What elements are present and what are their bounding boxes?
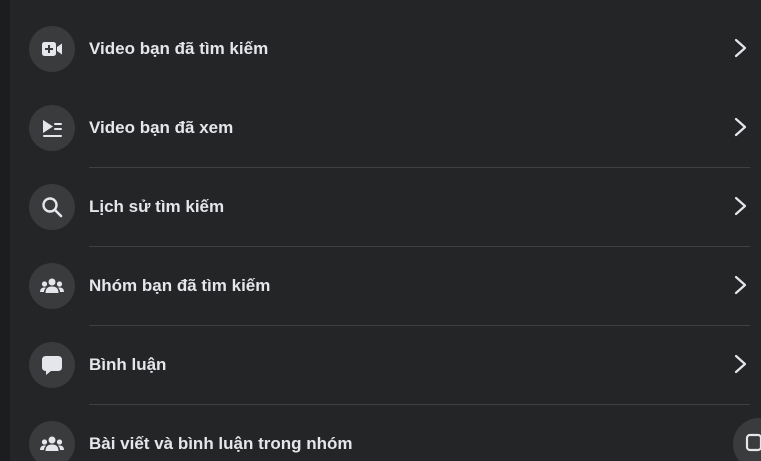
video-playlist-icon-circle — [29, 105, 75, 151]
chevron-right-icon — [734, 38, 747, 58]
menu-item-label: Bình luận — [89, 355, 167, 374]
chevron-right-icon — [734, 117, 747, 137]
group-icon-circle — [29, 421, 75, 461]
menu-item-label: Video bạn đã xem — [89, 118, 234, 137]
group-icon — [40, 278, 64, 293]
left-edge — [0, 0, 10, 461]
search-icon-circle — [29, 184, 75, 230]
group-icon-circle — [29, 263, 75, 309]
group-icon — [40, 436, 64, 451]
compose-icon — [745, 433, 761, 452]
chevron-right-icon — [734, 275, 747, 295]
menu-item-label: Bài viết và bình luận trong nhóm — [89, 434, 353, 453]
video-add-icon-circle — [29, 26, 75, 72]
menu-item-label: Lịch sử tìm kiếm — [89, 197, 225, 216]
menu-item-search-history[interactable]: Lịch sử tìm kiếm — [10, 167, 761, 246]
menu-item-group-posts-comments[interactable]: Bài viết và bình luận trong nhóm — [10, 404, 761, 461]
chevron-right-icon — [734, 354, 747, 374]
comment-icon-circle — [29, 342, 75, 388]
menu-item-label: Nhóm bạn đã tìm kiếm — [89, 276, 271, 295]
menu-item-watched-videos[interactable]: Video bạn đã xem — [10, 88, 761, 167]
menu-item-searched-videos[interactable]: Video bạn đã tìm kiếm — [10, 9, 761, 88]
chevron-right-icon — [734, 196, 747, 216]
video-playlist-icon — [43, 120, 62, 137]
comment-icon — [42, 356, 62, 375]
menu-item-label: Video bạn đã tìm kiếm — [89, 39, 269, 58]
video-add-icon — [42, 42, 62, 56]
activity-menu-panel: Video bạn đã tìm kiếm Video bạn đã xem L… — [10, 0, 761, 461]
search-icon — [42, 197, 63, 218]
menu-item-searched-groups[interactable]: Nhóm bạn đã tìm kiếm — [10, 246, 761, 325]
menu-item-comments[interactable]: Bình luận — [10, 325, 761, 404]
